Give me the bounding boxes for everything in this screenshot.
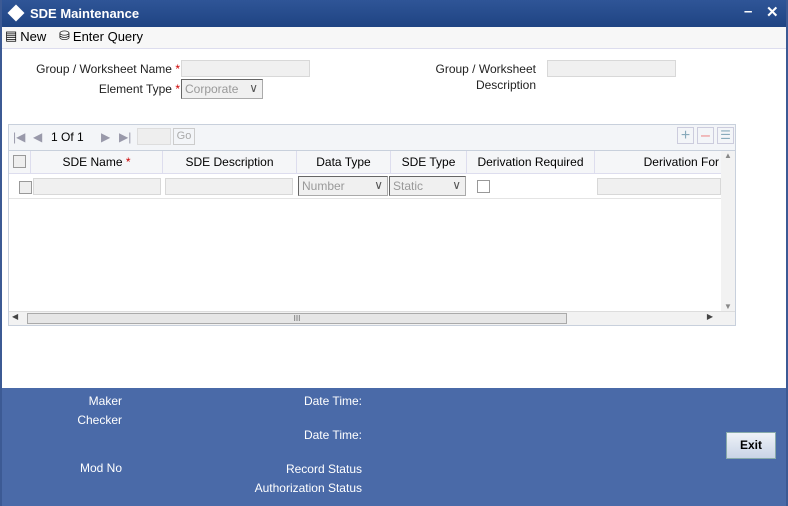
col-sde-name: SDE Name * — [31, 151, 163, 174]
col-sde-description: SDE Description — [163, 151, 297, 174]
query-db-icon: ⛁ — [59, 28, 70, 43]
col-sde-type: SDE Type — [391, 151, 467, 174]
select-all-checkbox[interactable] — [13, 155, 26, 168]
element-type-select[interactable]: Corporate ∨ — [181, 79, 263, 99]
data-type-select[interactable]: Number ∨ — [298, 176, 388, 196]
chevron-down-icon: ∨ — [249, 81, 258, 95]
last-page-icon[interactable]: ▶| — [119, 130, 131, 144]
sde-name-input[interactable] — [33, 178, 161, 195]
chevron-down-icon: ∨ — [452, 178, 461, 192]
checker-label: Checker — [77, 413, 122, 427]
sde-grid: |◀ ◀ 1 Of 1 ▶ ▶| Go + – ☰ SDE Name * SDE… — [8, 124, 736, 326]
derivation-for-input[interactable] — [597, 178, 721, 195]
sde-type-select[interactable]: Static ∨ — [389, 176, 466, 196]
table-row: Number ∨ Static ∨ — [9, 174, 721, 199]
record-status-label: Record Status — [285, 462, 362, 476]
row-checkbox[interactable] — [19, 181, 32, 194]
chevron-down-icon: ∨ — [374, 178, 383, 192]
next-page-icon[interactable]: ▶ — [101, 130, 110, 144]
audit-footer: Maker Checker Mod No Date Time: Date Tim… — [2, 388, 786, 506]
col-derivation-for: Derivation For — [643, 155, 719, 169]
scroll-thumb[interactable]: III — [27, 313, 567, 324]
group-desc-label: Group / Worksheet Description — [435, 62, 537, 92]
authorization-status-label: Authorization Status — [254, 481, 362, 495]
close-icon[interactable]: ✕ — [766, 3, 779, 21]
vertical-scrollbar[interactable]: ▲ ▼ — [721, 151, 735, 311]
app-diamond-icon — [7, 4, 25, 22]
new-doc-icon: ▤ — [5, 28, 18, 43]
new-button[interactable]: ▤ New — [5, 28, 46, 44]
group-desc-input[interactable] — [547, 60, 676, 77]
window-title: SDE Maintenance — [30, 6, 140, 21]
derivation-required-checkbox[interactable] — [477, 180, 490, 193]
horizontal-scrollbar[interactable]: ◀ III ▶ — [9, 311, 735, 325]
title-bar: SDE Maintenance – ✕ — [2, 0, 786, 27]
enter-query-button[interactable]: ⛁ Enter Query — [59, 28, 143, 44]
element-type-label: Element Type * — [98, 82, 180, 96]
page-number-input[interactable] — [137, 128, 171, 145]
first-page-icon[interactable]: |◀ — [13, 130, 25, 144]
delete-row-icon[interactable]: – — [697, 127, 714, 144]
single-view-icon[interactable]: ☰ — [717, 127, 734, 144]
col-data-type: Data Type — [297, 151, 391, 174]
maker-label: Maker — [88, 394, 122, 408]
toolbar: ▤ New ⛁ Enter Query — [2, 27, 786, 49]
sde-description-input[interactable] — [165, 178, 293, 195]
checker-date-time-label: Date Time: — [303, 428, 362, 442]
group-name-label: Group / Worksheet Name * — [36, 62, 180, 76]
prev-page-icon[interactable]: ◀ — [33, 130, 42, 144]
add-row-icon[interactable]: + — [677, 127, 694, 144]
grid-pager: |◀ ◀ 1 Of 1 ▶ ▶| Go + – ☰ — [9, 125, 735, 151]
grid-header: SDE Name * SDE Description Data Type SDE… — [9, 151, 721, 174]
sde-maintenance-window: SDE Maintenance – ✕ ▤ New ⛁ Enter Query Gr… — [2, 0, 786, 506]
exit-button[interactable]: Exit — [726, 432, 776, 459]
maker-date-time-label: Date Time: — [303, 394, 362, 408]
go-button[interactable]: Go — [173, 128, 195, 145]
page-indicator: 1 Of 1 — [51, 130, 84, 144]
mod-no-label: Mod No — [79, 461, 122, 475]
group-name-input[interactable] — [181, 60, 310, 77]
col-derivation-required: Derivation Required — [467, 151, 595, 174]
minimize-icon[interactable]: – — [744, 3, 752, 20]
